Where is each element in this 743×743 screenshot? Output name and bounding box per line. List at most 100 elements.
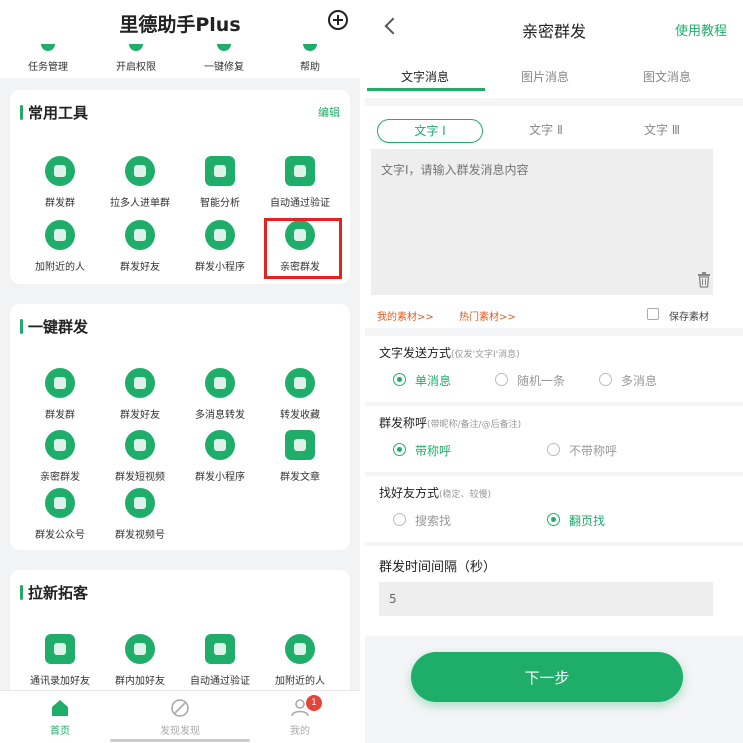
user-add-icon <box>125 634 155 664</box>
group-icon <box>45 368 75 398</box>
grow-nearby-people[interactable]: 加附近的人 <box>260 634 340 687</box>
task-icon <box>41 44 55 51</box>
tool-auto-verify[interactable]: 自动通过验证 <box>260 156 340 209</box>
one-mass-friends[interactable]: 群发好友 <box>100 368 180 421</box>
section-bar <box>20 105 23 120</box>
film-icon <box>125 430 155 460</box>
section-bar <box>20 585 23 600</box>
permission-icon <box>129 44 143 51</box>
interval-title: 群发时间间隔（秒） <box>379 560 497 575</box>
notification-badge: 1 <box>306 695 322 711</box>
text-message-panel: 文字 Ⅰ 文字 Ⅱ 文字 Ⅲ 我的素材>> 热门素材>> 保存素材 <box>365 106 743 328</box>
tool-mass-friends[interactable]: 群发好友 <box>100 220 180 273</box>
next-step-button[interactable]: 下一步 <box>411 652 683 702</box>
hot-material-link[interactable]: 热门素材>> <box>459 308 516 323</box>
salutation-section: 群发称呼(带昵称/备注/@后备注) 带称呼 不带称呼 <box>365 406 743 472</box>
tab-mine[interactable]: 我的 1 <box>260 695 340 737</box>
app-title: 里德助手Plus <box>119 14 241 36</box>
send-mode-title: 文字发送方式(仅发'文字Ⅰ'消息) <box>379 346 520 360</box>
interval-input[interactable] <box>379 582 713 616</box>
quick-enable-permission[interactable]: 开启权限 <box>96 44 176 73</box>
official-account-icon <box>45 488 75 518</box>
heart-icon <box>45 430 75 460</box>
app-header: 里德助手Plus <box>0 0 360 44</box>
repair-icon <box>217 44 231 51</box>
one-mass-article[interactable]: 群发文章 <box>260 430 340 483</box>
miniprogram-icon <box>205 220 235 250</box>
one-mass-official-account[interactable]: 群发公众号 <box>20 488 100 541</box>
video-account-icon <box>125 488 155 518</box>
edit-link[interactable]: 编辑 <box>318 104 340 120</box>
tutorial-link[interactable]: 使用教程 <box>675 20 727 39</box>
active-tab-underline <box>367 88 485 91</box>
add-icon[interactable] <box>328 10 348 30</box>
right-screen: 亲密群发 使用教程 文字消息 图片消息 图文消息 文字 Ⅰ 文字 Ⅱ 文字 Ⅲ … <box>365 0 743 743</box>
one-multi-forward[interactable]: 多消息转发 <box>180 368 260 421</box>
home-indicator <box>110 739 250 742</box>
find-mode-section: 找好友方式(稳定、较慢) 搜索找 翻页找 <box>365 476 743 542</box>
one-mass-miniprogram[interactable]: 群发小程序 <box>180 430 260 483</box>
grow-auto-verify[interactable]: 自动通过验证 <box>180 634 260 687</box>
help-icon <box>303 44 317 51</box>
section-title: 拉新拓客 <box>28 584 89 602</box>
bottom-tab-bar: 首页 发现发现 我的 1 <box>0 690 360 743</box>
subtab-text-1[interactable]: 文字 Ⅰ <box>377 119 483 143</box>
tool-nearby-people[interactable]: 加附近的人 <box>20 220 100 273</box>
find-mode-title: 找好友方式(稳定、较慢) <box>379 486 492 500</box>
tab-text-message[interactable]: 文字消息 <box>365 68 485 85</box>
users-icon <box>125 368 155 398</box>
one-mass-video-account[interactable]: 群发视频号 <box>100 488 180 541</box>
article-icon <box>285 430 315 460</box>
info-icon <box>285 634 315 664</box>
section-title: 一键群发 <box>28 318 89 336</box>
shield-icon <box>285 156 315 186</box>
section-bar <box>20 319 23 334</box>
tool-pull-into-group[interactable]: 拉多人进单群 <box>100 156 180 209</box>
section-title: 常用工具 <box>28 104 89 122</box>
save-material-checkbox[interactable] <box>647 308 659 320</box>
tool-mass-miniprogram[interactable]: 群发小程序 <box>180 220 260 273</box>
home-icon <box>52 700 68 716</box>
cube-icon <box>285 368 315 398</box>
shield-icon <box>205 634 235 664</box>
chat-bubble-icon <box>125 156 155 186</box>
tab-discover[interactable]: 发现发现 <box>140 699 220 737</box>
grow-group-add[interactable]: 群内加好友 <box>100 634 180 687</box>
quick-actions-bar: 任务管理 开启权限 一键修复 帮助 <box>0 44 360 78</box>
message-type-tabs: 文字消息 图片消息 图文消息 <box>365 58 743 98</box>
info-icon <box>45 220 75 250</box>
one-mass-group[interactable]: 群发群 <box>20 368 100 421</box>
miniprogram-icon <box>205 430 235 460</box>
users-icon <box>125 220 155 250</box>
highlight-box-intimate-mass <box>264 218 342 279</box>
one-intimate-mass[interactable]: 亲密群发 <box>20 430 100 483</box>
quick-one-click-fix[interactable]: 一键修复 <box>184 44 264 73</box>
my-material-link[interactable]: 我的素材>> <box>377 308 434 323</box>
trash-icon[interactable] <box>697 272 711 288</box>
tool-smart-analysis[interactable]: 智能分析 <box>180 156 260 209</box>
send-mode-section: 文字发送方式(仅发'文字Ⅰ'消息) 单消息 随机一条 多消息 <box>365 336 743 402</box>
quick-help[interactable]: 帮助 <box>270 44 350 73</box>
page-header: 亲密群发 使用教程 <box>365 0 743 58</box>
growth-card: 拉新拓客 通讯录加好友 群内加好友 自动通过验证 加附近的人 <box>10 570 350 700</box>
quick-task-manage[interactable]: 任务管理 <box>8 44 88 73</box>
tool-mass-group[interactable]: 群发群 <box>20 156 100 209</box>
group-icon <box>45 156 75 186</box>
phone-book-icon <box>45 634 75 664</box>
grow-contacts-add[interactable]: 通讯录加好友 <box>20 634 100 687</box>
tab-rich-message[interactable]: 图文消息 <box>607 68 727 85</box>
robot-icon <box>205 156 235 186</box>
forward-icon <box>205 368 235 398</box>
subtab-text-3[interactable]: 文字 Ⅲ <box>609 119 715 143</box>
tab-home[interactable]: 首页 <box>20 699 100 737</box>
salutation-title: 群发称呼(带昵称/备注/@后备注) <box>379 416 522 430</box>
tab-image-message[interactable]: 图片消息 <box>485 68 605 85</box>
save-material-label: 保存素材 <box>669 312 709 323</box>
left-screen: 里德助手Plus 任务管理 开启权限 一键修复 帮助 常用工具 编辑 群发群 拉… <box>0 0 360 743</box>
one-mass-short-video[interactable]: 群发短视频 <box>100 430 180 483</box>
one-click-card: 一键群发 群发群 群发好友 多消息转发 转发收藏 亲密群发 群发短视频 群发小程… <box>10 304 350 550</box>
subtab-text-2[interactable]: 文字 Ⅱ <box>493 119 599 143</box>
message-textarea[interactable] <box>371 149 713 295</box>
compass-icon <box>171 699 189 717</box>
one-forward-favorites[interactable]: 转发收藏 <box>260 368 340 421</box>
